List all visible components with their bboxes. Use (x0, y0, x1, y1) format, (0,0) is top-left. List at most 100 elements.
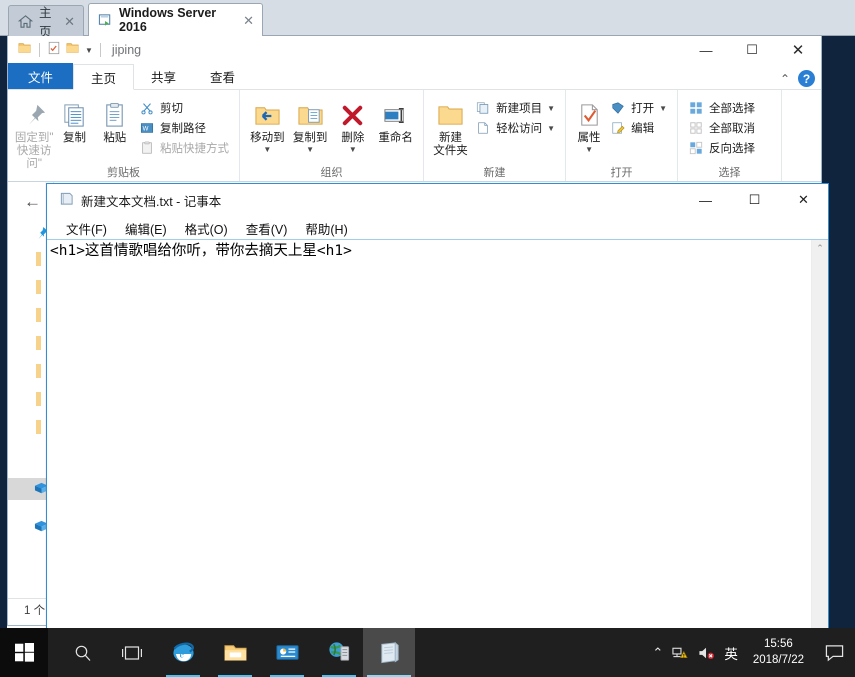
select-all-button[interactable]: 全部选择 (684, 99, 759, 117)
help-button[interactable]: ? (798, 70, 815, 87)
menu-edit[interactable]: 编辑(E) (116, 217, 176, 240)
paste-shortcut-button[interactable]: 粘贴快捷方式 (135, 139, 233, 157)
nav-folder-item-3[interactable] (36, 308, 41, 322)
nav-folder-item-6[interactable] (36, 392, 41, 406)
search-icon[interactable] (57, 628, 109, 677)
paste-icon (101, 98, 128, 132)
notepad-window: 新建文本文档.txt - 记事本 — ☐ ✕ 文件(F) 编辑(E) 格式(O)… (46, 183, 829, 636)
folder-icon[interactable] (18, 41, 32, 60)
copy-button[interactable]: 复制 (54, 94, 94, 145)
properties-dropdown-icon[interactable]: ▼ (585, 145, 593, 154)
notepad-title-text: 新建文本文档.txt - 记事本 (81, 195, 222, 209)
notepad-title-bar[interactable]: 新建文本文档.txt - 记事本 — ☐ ✕ (47, 184, 828, 217)
pin-icon (21, 98, 48, 132)
paste-button[interactable]: 粘贴 (95, 94, 135, 145)
open-button[interactable]: 打开 ▼ (606, 99, 671, 117)
home-icon (17, 14, 34, 29)
network-warning-icon[interactable] (672, 645, 689, 661)
explorer-close-button[interactable]: ✕ (775, 36, 821, 64)
cut-button[interactable]: 剪切 (135, 99, 233, 117)
notepad-minimize-button[interactable]: — (681, 184, 730, 216)
action-center-icon[interactable] (819, 628, 849, 677)
invert-selection-icon (688, 140, 704, 156)
ribbon-tab-share[interactable]: 共享 (134, 63, 193, 89)
select-all-label: 全部选择 (709, 103, 755, 115)
copy-to-icon (297, 98, 324, 132)
tab-windows-server-2016-close-icon[interactable]: ✕ (243, 14, 254, 27)
menu-help[interactable]: 帮助(H) (296, 217, 356, 240)
scroll-up-icon[interactable]: ⌃ (812, 240, 828, 257)
rename-button[interactable]: 重命名 (374, 94, 417, 145)
browser-tab-strip: 主页 ✕ Windows Server 2016 ✕ (0, 0, 855, 39)
customize-qat-dropdown[interactable]: ▼ (85, 46, 93, 55)
new-folder-button[interactable]: 新建 文件夹 (430, 94, 471, 158)
show-hidden-icons-button[interactable]: ⌃ (652, 645, 663, 661)
edit-button[interactable]: 编辑 (606, 119, 671, 137)
tab-home-label: 主页 (39, 6, 52, 39)
file-explorer-icon[interactable] (209, 628, 261, 677)
notepad-close-button[interactable]: ✕ (779, 184, 828, 216)
properties-button[interactable]: 属性 ▼ (572, 94, 606, 154)
tab-home[interactable]: 主页 ✕ (8, 5, 84, 39)
explorer-minimize-button[interactable]: — (683, 36, 729, 64)
menu-file[interactable]: 文件(F) (57, 217, 116, 240)
clock[interactable]: 15:56 2018/7/22 (747, 637, 810, 668)
ribbon-tab-view[interactable]: 查看 (193, 63, 252, 89)
ribbon-group-open: 属性 ▼ 打开 ▼ 编辑 打开 (566, 90, 678, 181)
new-item-button[interactable]: 新建项目 ▼ (471, 99, 559, 117)
collapse-ribbon-icon[interactable]: ⌃ (780, 72, 790, 86)
volume-muted-icon[interactable] (698, 645, 715, 661)
nav-folder-item-5[interactable] (36, 364, 41, 378)
select-none-button[interactable]: 全部取消 (684, 119, 759, 137)
menu-view[interactable]: 查看(V) (237, 217, 297, 240)
back-button[interactable]: ← (24, 192, 41, 212)
ribbon-tab-home[interactable]: 主页 (73, 64, 135, 90)
menu-format[interactable]: 格式(O) (176, 217, 237, 240)
notepad-taskbar-icon[interactable] (363, 628, 415, 677)
tab-windows-server-2016-label: Windows Server 2016 (119, 6, 217, 34)
tab-windows-server-2016[interactable]: Windows Server 2016 ✕ (88, 3, 263, 36)
nav-folder-item-4[interactable] (36, 336, 41, 350)
explorer-maximize-button[interactable]: ☐ (729, 36, 775, 64)
server-manager-icon[interactable] (261, 628, 313, 677)
select-small-buttons: 全部选择 全部取消 反向选择 (684, 94, 759, 157)
ribbon-group-organize: 移动到 ▼ 复制到 ▼ 删除 ▼ 重命名 组织 (240, 90, 424, 181)
new-item-dropdown-icon[interactable]: ▼ (547, 104, 555, 113)
explorer-title-bar: ▼ jiping — ☐ ✕ (8, 36, 821, 64)
invert-selection-button[interactable]: 反向选择 (684, 139, 759, 157)
svg-text:e: e (179, 649, 184, 660)
copy-to-dropdown-icon[interactable]: ▼ (306, 145, 314, 154)
copy-to-button[interactable]: 复制到 ▼ (289, 94, 332, 154)
notepad-edit-area[interactable]: <h1>这首情歌唱给你听，带你去摘天上星<h1> ⌃ (47, 239, 828, 635)
delete-button[interactable]: 删除 ▼ (332, 94, 375, 154)
start-button[interactable] (0, 628, 48, 677)
easy-access-dropdown-icon[interactable]: ▼ (547, 124, 555, 133)
new-item-icon (475, 100, 491, 116)
delete-dropdown-icon[interactable]: ▼ (349, 145, 357, 154)
pin-label-line1: 固定到" (14, 132, 54, 144)
ribbon-group-label-clipboard: 剪贴板 (107, 167, 140, 179)
properties-icon[interactable] (47, 41, 61, 60)
notepad-window-buttons: — ☐ ✕ (681, 184, 828, 216)
internet-explorer-icon[interactable]: e (157, 628, 209, 677)
copy-path-button[interactable]: W 复制路径 (135, 119, 233, 137)
paste-shortcut-label: 粘贴快捷方式 (159, 143, 229, 155)
pin-to-quick-access-button[interactable]: 固定到" 快速访问" (14, 94, 54, 172)
notepad-text-content[interactable]: <h1>这首情歌唱给你听，带你去摘天上星<h1> (50, 242, 808, 262)
qat-separator-2 (99, 43, 101, 57)
nav-folder-item-1[interactable] (36, 252, 41, 266)
move-to-dropdown-icon[interactable]: ▼ (263, 145, 271, 154)
ime-indicator[interactable]: 英 (724, 643, 738, 663)
notepad-scrollbar[interactable]: ⌃ (811, 240, 828, 635)
easy-access-button[interactable]: 轻松访问 ▼ (471, 119, 559, 137)
tab-home-close-icon[interactable]: ✕ (64, 15, 75, 28)
move-to-button[interactable]: 移动到 ▼ (246, 94, 289, 154)
network-server-icon[interactable] (313, 628, 365, 677)
new-folder-icon[interactable] (66, 41, 80, 60)
open-dropdown-icon[interactable]: ▼ (659, 104, 667, 113)
task-view-icon[interactable] (106, 628, 158, 677)
notepad-maximize-button[interactable]: ☐ (730, 184, 779, 216)
nav-folder-item-7[interactable] (36, 420, 41, 434)
ribbon-tab-file[interactable]: 文件 (8, 63, 74, 89)
nav-folder-item-2[interactable] (36, 280, 41, 294)
